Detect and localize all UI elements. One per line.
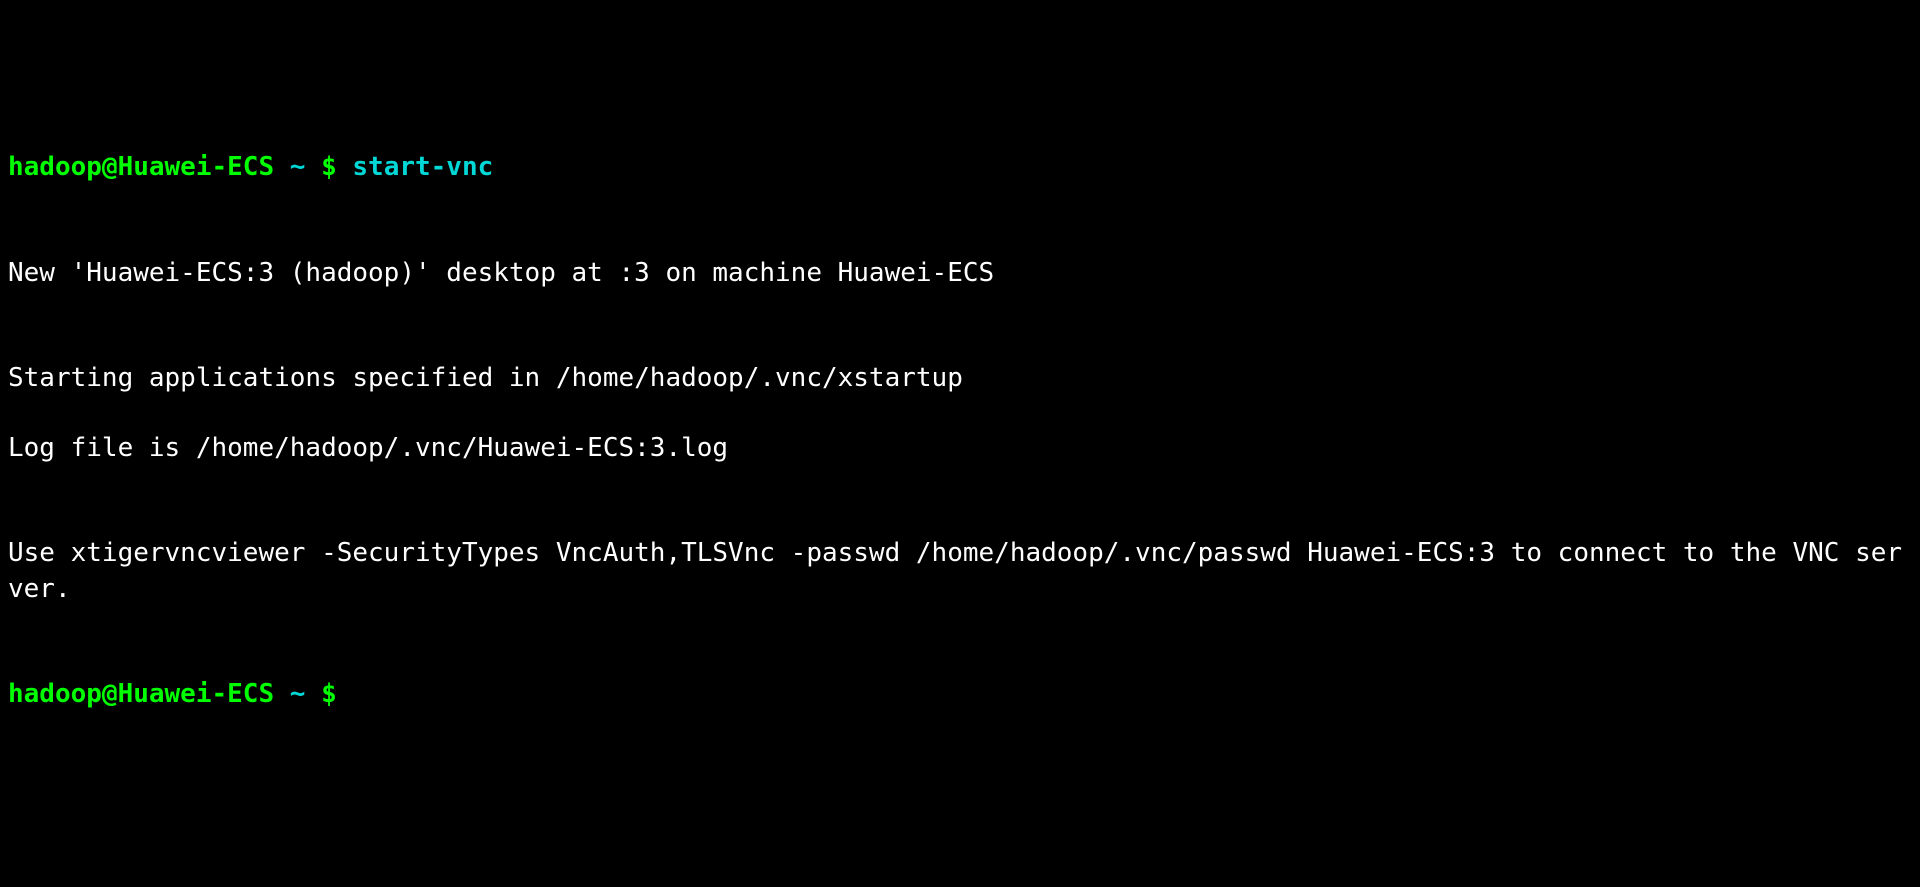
prompt-path: ~ bbox=[290, 152, 306, 182]
output-line-2: Starting applications specified in /home… bbox=[8, 361, 1912, 396]
output-line-4: Use xtigervncviewer -SecurityTypes VncAu… bbox=[8, 536, 1912, 606]
output-line-3: Log file is /home/hadoop/.vnc/Huawei-ECS… bbox=[8, 431, 1912, 466]
command-line-1[interactable]: hadoop@Huawei-ECS ~ $ start-vnc bbox=[8, 150, 1912, 185]
prompt2-sep2 bbox=[305, 679, 321, 709]
output-line-1: New 'Huawei-ECS:3 (hadoop)' desktop at :… bbox=[8, 256, 1912, 291]
prompt-user-host: hadoop@Huawei-ECS bbox=[8, 152, 274, 182]
prompt2-sep bbox=[274, 679, 290, 709]
command-line-2[interactable]: hadoop@Huawei-ECS ~ $ bbox=[8, 677, 1912, 712]
prompt2-dollar: $ bbox=[321, 679, 352, 709]
prompt2-path: ~ bbox=[290, 679, 306, 709]
cursor-icon bbox=[352, 681, 366, 709]
typed-command: start-vnc bbox=[352, 152, 493, 182]
prompt2-user-host: hadoop@Huawei-ECS bbox=[8, 679, 274, 709]
prompt-dollar: $ bbox=[321, 152, 352, 182]
prompt-sep2 bbox=[305, 152, 321, 182]
prompt-sep bbox=[274, 152, 290, 182]
